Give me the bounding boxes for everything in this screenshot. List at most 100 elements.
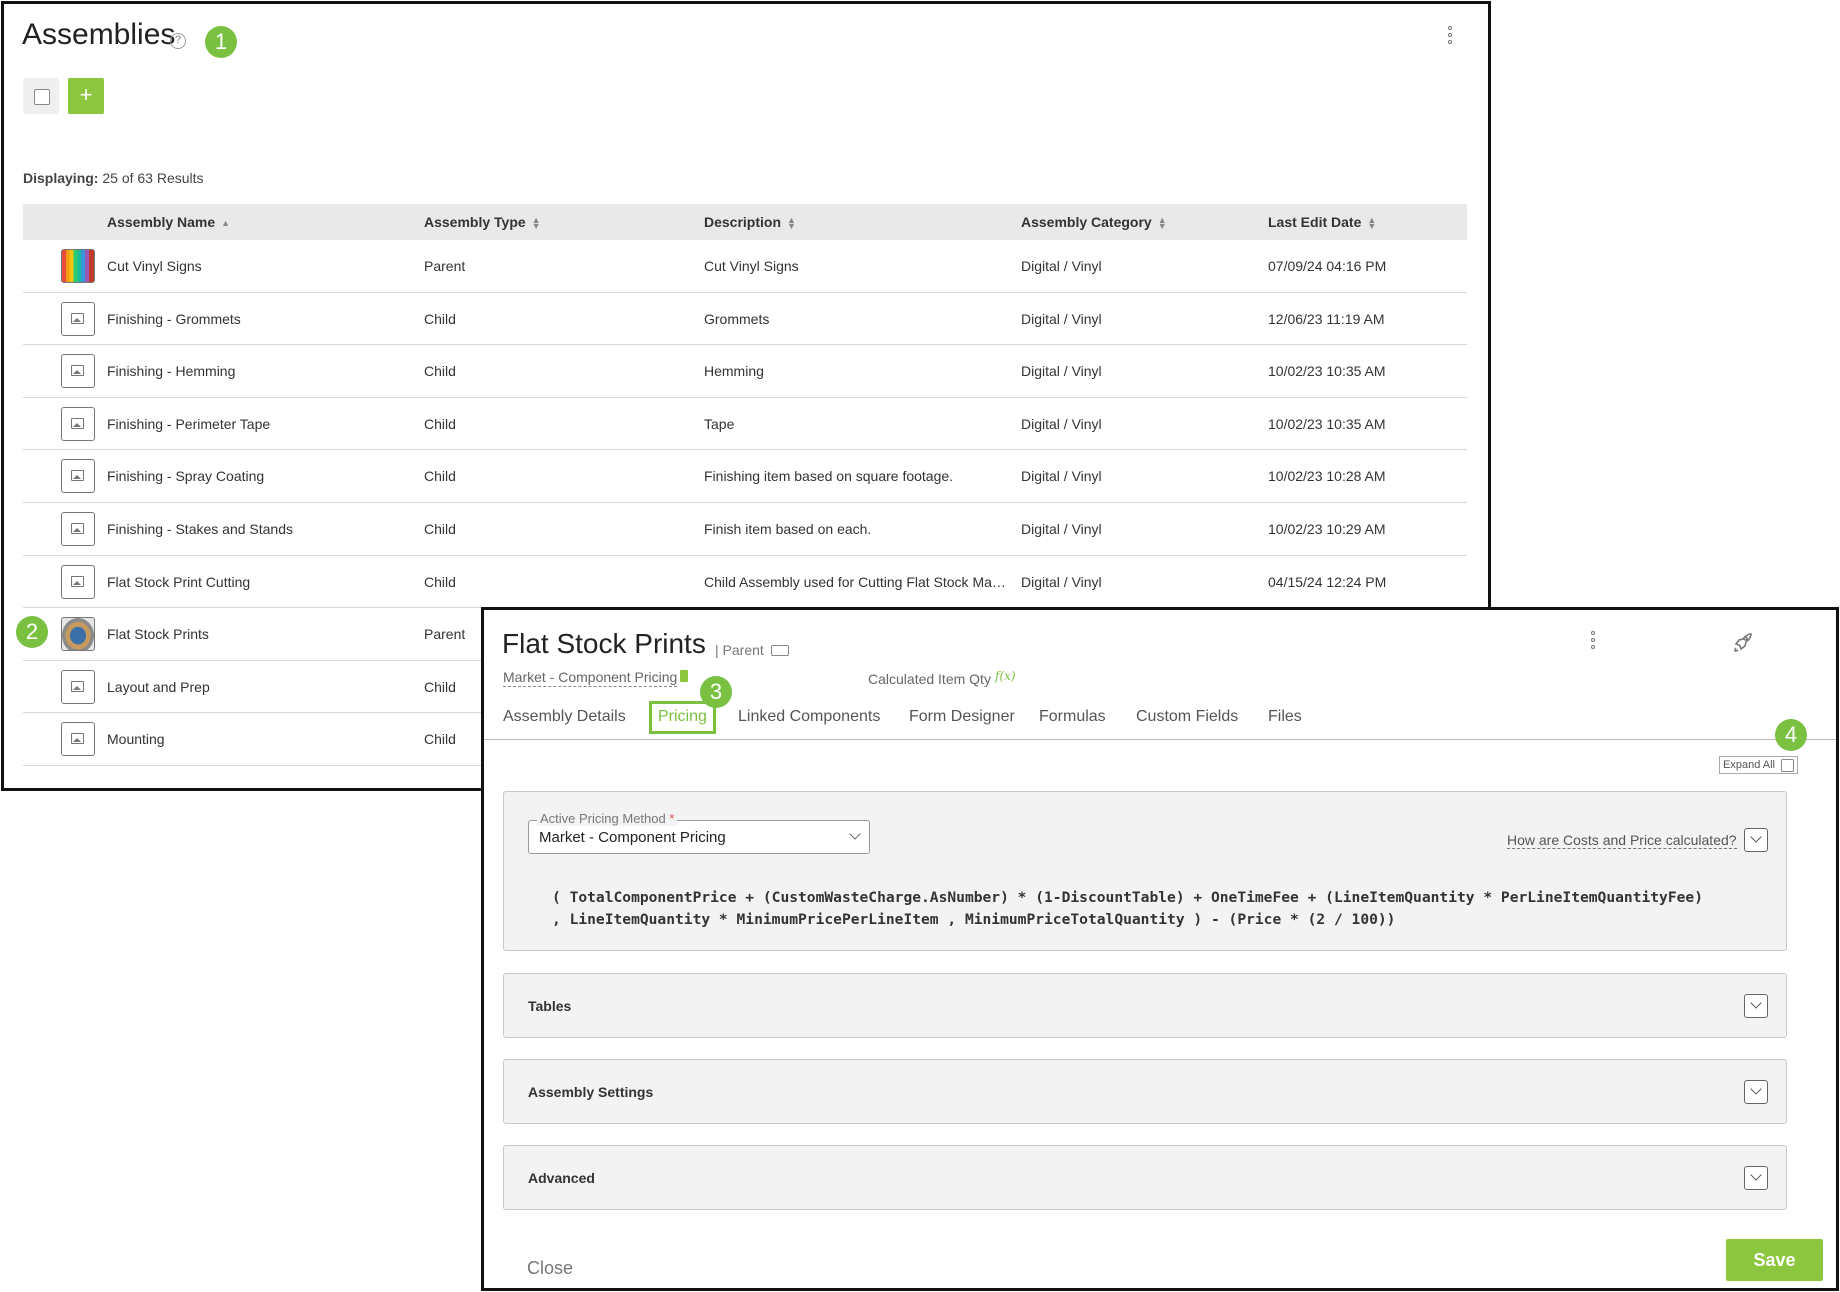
column-header-assembly-category[interactable]: Assembly Category ▲ ▼ <box>1021 214 1167 231</box>
section-tables[interactable]: Tables <box>503 973 1787 1038</box>
table-row[interactable]: Flat Stock Print Cutting Child Child Assem… <box>23 556 1467 609</box>
cell-name[interactable]: Flat Stock Print Cutting <box>107 574 250 590</box>
add-assembly-button[interactable]: + <box>68 78 104 114</box>
image-placeholder-icon <box>61 301 95 336</box>
tag-icon <box>771 645 789 656</box>
cell-name[interactable]: Cut Vinyl Signs <box>107 258 202 274</box>
expand-toggle-icon[interactable] <box>1744 1080 1768 1104</box>
table-row[interactable]: Finishing - Grommets Child Grommets Digital… <box>23 293 1467 346</box>
section-assembly-settings[interactable]: Assembly Settings <box>503 1059 1787 1124</box>
calculated-item-qty-label: Calculated Item Qty <box>868 671 991 687</box>
image-placeholder-icon <box>61 722 95 757</box>
tab-pricing[interactable]: Pricing <box>649 701 716 734</box>
table-row[interactable]: Finishing - Hemming Child Hemming Digital /… <box>23 345 1467 398</box>
cell-category: Digital / Vinyl <box>1021 258 1102 274</box>
assembly-title: Flat Stock Prints <box>502 628 706 659</box>
table-row[interactable]: Finishing - Perimeter Tape Child Tape Digit… <box>23 398 1467 451</box>
cell-description: Hemming <box>704 363 764 380</box>
assembly-thumbnail <box>61 617 95 652</box>
tab-form-designer[interactable]: Form Designer <box>909 708 1015 726</box>
table-row[interactable]: Finishing - Spray Coating Child Finishing … <box>23 450 1467 503</box>
cell-type: Child <box>424 573 456 590</box>
cell-type: Child <box>424 731 456 748</box>
page-title: Assemblies <box>22 18 176 51</box>
cell-date: 10/02/23 10:35 AM <box>1268 415 1386 432</box>
expand-toggle-icon[interactable] <box>1744 994 1768 1018</box>
expand-toggle-icon[interactable] <box>1744 1166 1768 1190</box>
cell-date: 10/02/23 10:29 AM <box>1268 520 1386 537</box>
cell-type: Child <box>424 415 456 432</box>
tab-assembly-details[interactable]: Assembly Details <box>503 708 626 726</box>
cell-description: Tape <box>704 415 735 432</box>
cell-description: Cut Vinyl Signs <box>704 258 799 274</box>
image-placeholder-icon <box>61 511 95 546</box>
more-options-icon[interactable] <box>1440 22 1460 48</box>
tab-files[interactable]: Files <box>1268 708 1302 726</box>
save-button[interactable]: Save <box>1726 1239 1823 1281</box>
section-title: Tables <box>528 998 572 1014</box>
cell-name[interactable]: Layout and Prep <box>107 679 210 695</box>
function-icon[interactable]: f(x) <box>995 669 1016 683</box>
cell-name[interactable]: Finishing - Grommets <box>107 311 241 327</box>
tab-custom-fields[interactable]: Custom Fields <box>1136 708 1238 726</box>
close-button[interactable]: Close <box>527 1258 573 1279</box>
collapse-toggle-icon[interactable] <box>1744 828 1768 852</box>
cell-type: Child <box>424 520 456 537</box>
section-title: Advanced <box>528 1170 595 1186</box>
rocket-icon[interactable] <box>1730 630 1754 654</box>
section-advanced[interactable]: Advanced <box>503 1145 1787 1210</box>
cell-type: Parent <box>424 258 466 274</box>
cell-category: Digital / Vinyl <box>1021 310 1102 327</box>
how-costs-calculated-link[interactable]: How are Costs and Price calculated? <box>1507 832 1737 849</box>
help-icon[interactable]: ? <box>170 33 186 49</box>
active-pricing-method-label: Active Pricing Method * <box>537 811 678 826</box>
image-placeholder-icon <box>61 459 95 494</box>
select-all-checkbox[interactable] <box>23 78 59 114</box>
chevron-down-icon <box>1780 759 1794 772</box>
formula-line: , LineItemQuantity * MinimumPricePerLine… <box>552 911 1396 928</box>
formula-line: ( TotalComponentPrice + (CustomWasteChar… <box>552 889 1703 906</box>
cell-category: Digital / Vinyl <box>1021 415 1102 432</box>
cell-date: 07/09/24 04:16 PM <box>1268 258 1387 274</box>
image-placeholder-icon <box>61 669 95 704</box>
callout-badge: 1 <box>205 26 237 58</box>
column-header-assembly-type[interactable]: Assembly Type ▲ ▼ <box>424 214 541 232</box>
assembly-thumbnail <box>61 249 95 283</box>
tab-linked-components[interactable]: Linked Components <box>738 708 880 726</box>
cell-type: Child <box>424 468 456 485</box>
calculator-icon <box>680 670 688 682</box>
expand-all-label: Expand All <box>1723 759 1775 771</box>
tab-formulas[interactable]: Formulas <box>1039 708 1106 726</box>
cell-name[interactable]: Finishing - Perimeter Tape <box>107 416 270 432</box>
pricing-method-link[interactable]: Market - Component Pricing <box>503 669 678 687</box>
cell-category: Digital / Vinyl <box>1021 363 1102 380</box>
cell-type: Child <box>424 363 456 380</box>
cell-date: 04/15/24 12:24 PM <box>1268 573 1387 590</box>
callout-badge: 3 <box>700 676 732 708</box>
results-count-label: Displaying: <box>23 170 99 186</box>
cell-category: Digital / Vinyl <box>1021 520 1102 537</box>
more-options-icon[interactable] <box>1583 627 1603 653</box>
section-title: Assembly Settings <box>528 1084 654 1100</box>
sort-icon: ▲ ▼ <box>531 215 541 232</box>
cell-date: 12/06/23 11:19 AM <box>1268 310 1385 327</box>
callout-badge: 2 <box>16 616 48 648</box>
table-row[interactable]: Finishing - Stakes and Stands Child Finish… <box>23 503 1467 556</box>
cell-date: 10/02/23 10:28 AM <box>1268 468 1386 485</box>
cell-category: Digital / Vinyl <box>1021 468 1102 485</box>
sort-icon: ▲ ▼ <box>1367 215 1377 232</box>
active-pricing-method-select[interactable]: Active Pricing Method * Market - Compone… <box>528 811 870 854</box>
cell-date: 10/02/23 10:35 AM <box>1268 363 1386 380</box>
cell-name[interactable]: Mounting <box>107 731 165 747</box>
column-header-last-edit-date[interactable]: Last Edit Date ▲ ▼ <box>1268 214 1377 232</box>
cell-name[interactable]: Flat Stock Prints <box>107 626 209 642</box>
active-pricing-method-value: Market - Component Pricing <box>539 829 726 846</box>
column-header-assembly-name[interactable]: Assembly Name ▲ <box>107 214 230 230</box>
cell-name[interactable]: Finishing - Stakes and Stands <box>107 521 293 537</box>
cell-name[interactable]: Finishing - Spray Coating <box>107 468 264 484</box>
cell-type: Child <box>424 678 456 695</box>
cell-name[interactable]: Finishing - Hemming <box>107 363 235 379</box>
table-row[interactable]: Cut Vinyl Signs Parent Cut Vinyl Signs Digi… <box>23 240 1467 293</box>
column-header-description[interactable]: Description ▲ ▼ <box>704 214 796 231</box>
expand-all-button[interactable]: Expand All <box>1719 756 1798 774</box>
